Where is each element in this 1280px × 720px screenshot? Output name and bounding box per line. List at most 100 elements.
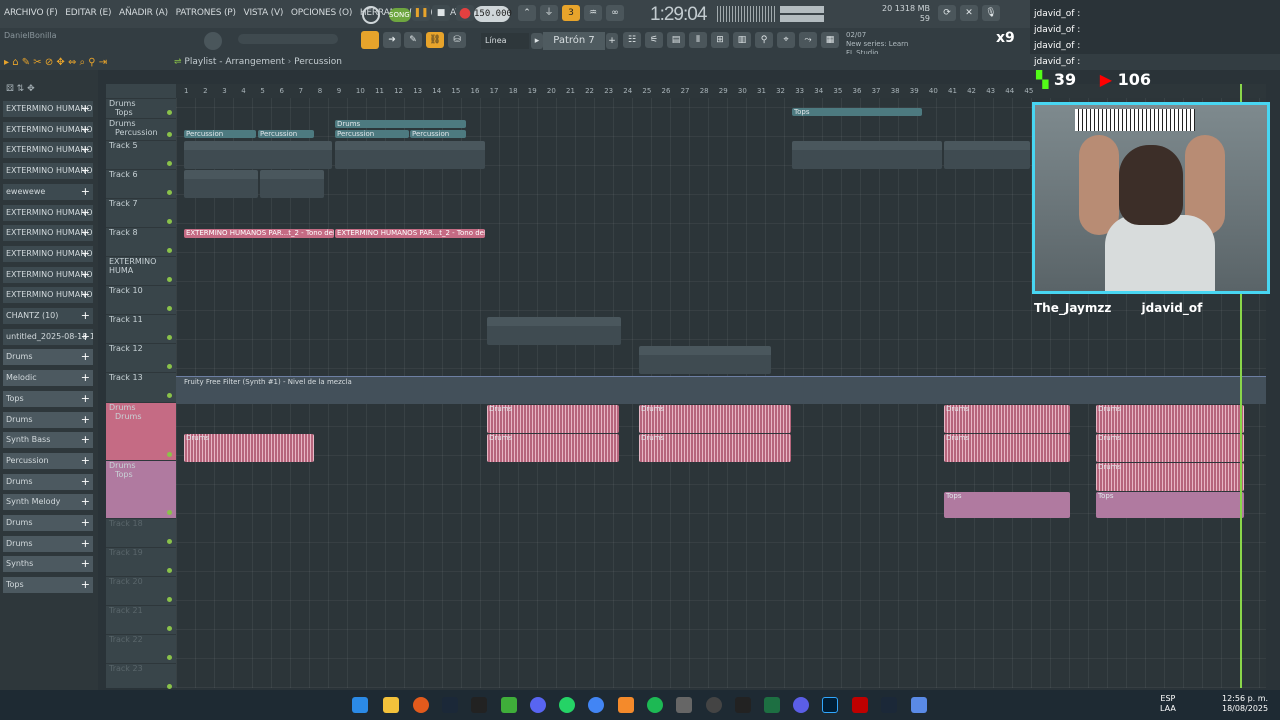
clip-drums[interactable]: Drums (944, 405, 1070, 433)
track-header[interactable]: Track 19 (106, 547, 176, 576)
master-knob-icon[interactable] (362, 6, 380, 24)
browser-item[interactable]: Tops + (3, 577, 93, 594)
add-icon[interactable]: + (81, 577, 90, 593)
playlist-icon[interactable] (361, 31, 379, 49)
browser-item[interactable]: Synth Melody + (3, 494, 93, 511)
eq-icon[interactable]: ⫴ (689, 32, 707, 48)
track-header[interactable]: Drums Drums (106, 402, 176, 460)
browser-item[interactable]: Drums + (3, 535, 93, 552)
track-header[interactable]: Track 22 (106, 634, 176, 663)
track-header[interactable]: Track 12 (106, 343, 176, 372)
add-icon[interactable]: + (81, 163, 90, 179)
add-icon[interactable]: + (81, 101, 90, 117)
track-header[interactable]: Track 7 (106, 198, 176, 227)
settings-icon[interactable] (706, 697, 722, 713)
track-mute-led[interactable] (167, 219, 172, 224)
menu-patrones[interactable]: PATRONES (P) (176, 8, 236, 18)
app-icon[interactable] (911, 697, 927, 713)
add-icon[interactable]: + (81, 349, 90, 365)
clip-pattern-1[interactable]: Patrón 1 (792, 141, 942, 169)
master-pitch-slider[interactable] (780, 15, 824, 22)
discord-icon[interactable] (530, 697, 546, 713)
blend-icon[interactable]: ♒ (584, 5, 602, 21)
track-mute-led[interactable] (167, 132, 172, 137)
track-mute-led[interactable] (167, 364, 172, 369)
play-button[interactable]: ❚❚ (412, 5, 430, 21)
browser-item[interactable]: EXTERMINO HUMANO... + (3, 101, 93, 117)
track-mute-led[interactable] (167, 452, 172, 457)
add-icon[interactable]: + (81, 267, 90, 283)
playlist-view-icon[interactable]: ⊞ (711, 32, 729, 48)
track-header[interactable]: EXTERMINO HUMA (106, 256, 176, 285)
browser-item[interactable]: EXTERMINO HUMANO... + (3, 287, 93, 304)
browser-item[interactable]: Percussion + (3, 452, 93, 469)
clip-drums[interactable]: Drums (944, 434, 1070, 462)
clip-pattern-3[interactable]: Patrón 3 (260, 170, 324, 198)
grid-icon[interactable]: ▦ (821, 32, 839, 48)
clip-drums[interactable]: Drums (1096, 405, 1244, 433)
track-mute-led[interactable] (167, 161, 172, 166)
add-icon[interactable]: + (81, 246, 90, 262)
loop-record-icon[interactable]: ∞ (606, 5, 624, 21)
clip-drums[interactable]: Drums (487, 434, 619, 462)
browser-item[interactable]: EXTERMINO HUMANO... + (3, 245, 93, 262)
add-icon[interactable]: + (81, 515, 90, 531)
add-icon[interactable]: + (81, 432, 90, 448)
track-header[interactable]: Track 6 (106, 169, 176, 198)
browser-toolbar[interactable]: ⚄ ⇅ ✥ (6, 84, 35, 94)
clip-pattern-1[interactable]: Patrón 1 (944, 141, 1030, 169)
plugin-icon[interactable]: ⚲ (755, 32, 773, 48)
menu-vista[interactable]: VISTA (V) (244, 8, 284, 18)
track-header[interactable]: Track 5 (106, 140, 176, 169)
language-indicator[interactable]: ESP LAA (1160, 694, 1176, 714)
browser-item[interactable]: Drums + (3, 473, 93, 490)
arrow-right-icon[interactable]: ➜ (383, 32, 401, 48)
clip-tops[interactable]: Tops (944, 492, 1070, 518)
track-mute-led[interactable] (167, 626, 172, 631)
link-icon[interactable]: ⛓ (426, 32, 444, 48)
add-icon[interactable]: + (81, 556, 90, 572)
prev-pattern-icon[interactable]: ▸ (531, 33, 543, 49)
xbox-icon[interactable] (501, 697, 517, 713)
excel-icon[interactable] (764, 697, 780, 713)
browser-item[interactable]: EXTERMINO HUMANO... + (3, 163, 93, 180)
browser-item[interactable]: CHANTZ (10) + (3, 308, 93, 324)
add-icon[interactable]: + (81, 412, 90, 428)
app-icon[interactable] (413, 697, 429, 713)
clip-tops[interactable]: Tops (792, 108, 922, 116)
steam-icon[interactable] (442, 697, 458, 713)
track-header[interactable]: Drums Percussion (106, 118, 176, 140)
track-mute-led[interactable] (167, 110, 172, 115)
track-header[interactable]: Track 11 (106, 314, 176, 343)
add-icon[interactable]: + (81, 453, 90, 469)
track-header[interactable]: Track 20 (106, 576, 176, 605)
whatsapp-icon[interactable] (559, 697, 575, 713)
add-icon[interactable]: + (81, 474, 90, 490)
track-header[interactable]: Track 21 (106, 605, 176, 634)
track-mute-led[interactable] (167, 568, 172, 573)
menu-editar[interactable]: EDITAR (E) (65, 8, 111, 18)
main-pitch-slider[interactable] (238, 34, 338, 44)
breadcrumb-sub[interactable]: Percussion (294, 57, 342, 67)
brush-icon[interactable]: ✎ (404, 32, 422, 48)
clip-pattern-1[interactable]: Patrón 1 (184, 141, 332, 169)
track-mute-led[interactable] (167, 684, 172, 689)
track-header[interactable]: Track 13 (106, 372, 176, 401)
add-icon[interactable]: + (81, 287, 90, 303)
track-mute-led[interactable] (167, 597, 172, 602)
filezilla-icon[interactable] (852, 697, 868, 713)
clip-pattern-3[interactable]: Patrón 3 (184, 170, 258, 198)
clip-percussion[interactable]: Percussion (410, 130, 466, 138)
track-mute-led[interactable] (167, 510, 172, 515)
browser-item[interactable]: Synth Bass + (3, 432, 93, 449)
track-mute-led[interactable] (167, 248, 172, 253)
track-mute-led[interactable] (167, 190, 172, 195)
file-explorer-icon[interactable] (383, 697, 399, 713)
track-header[interactable]: Track 18 (106, 518, 176, 547)
track-mute-led[interactable] (167, 655, 172, 660)
menu-archivo[interactable]: ARCHIVO (F) (4, 8, 58, 18)
magnet-icon[interactable]: ⌖ (777, 32, 795, 48)
clip-drums[interactable]: Drums (1096, 463, 1244, 491)
wait-icon[interactable]: ⏚ (540, 5, 558, 21)
tempo-display[interactable]: 150.000 (474, 6, 512, 22)
